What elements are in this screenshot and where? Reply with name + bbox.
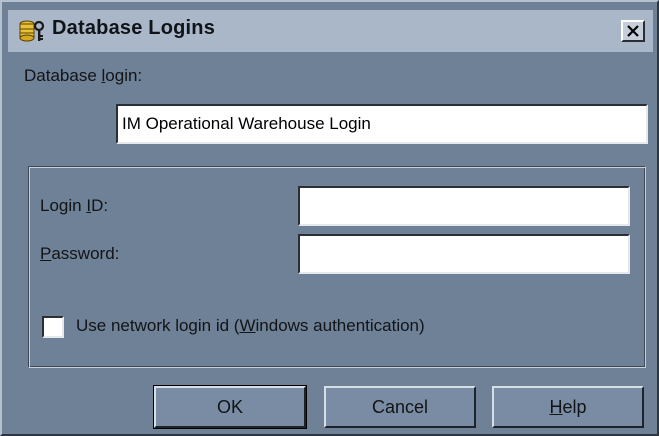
login-id-input[interactable]: [298, 186, 630, 226]
password-input[interactable]: [298, 234, 630, 274]
database-login-input[interactable]: [116, 104, 648, 144]
close-icon: [627, 25, 639, 37]
help-button[interactable]: Help: [492, 386, 644, 428]
dialog-title: Database Logins: [52, 17, 216, 39]
password-label: Password:: [40, 244, 120, 263]
cancel-button[interactable]: Cancel: [324, 386, 476, 428]
login-id-label: Login ID:: [40, 196, 109, 215]
title-bar: Database Logins: [8, 10, 653, 52]
database-logins-dialog: Database Logins Database login: Login ID…: [0, 0, 659, 436]
database-key-icon: [18, 17, 46, 45]
cancel-label: Cancel: [371, 397, 429, 417]
network-login-checkbox[interactable]: [42, 316, 64, 338]
close-button[interactable]: [621, 20, 645, 42]
database-login-label: Database login:: [24, 66, 143, 85]
ok-label: OK: [216, 397, 243, 417]
ok-button[interactable]: OK: [153, 385, 307, 429]
network-login-label[interactable]: Use network login id (Windows authentica…: [76, 316, 425, 336]
help-label: Help: [549, 397, 587, 417]
